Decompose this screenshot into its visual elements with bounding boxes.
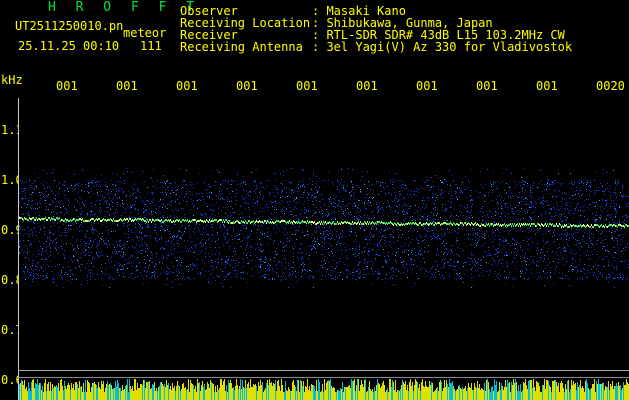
- app-title: H R O F F T: [48, 0, 201, 15]
- spectrogram: [18, 98, 629, 400]
- x-tick: 001: [236, 79, 258, 93]
- file-datetime: 25.11.25 00:10: [18, 39, 120, 53]
- y-unit-label: kHz: [1, 73, 23, 87]
- x-tick: 001: [296, 79, 318, 93]
- detection-count: 111: [140, 39, 162, 53]
- antenna-value: : 3el Yagi(V) Az 330 for Vladivostok: [312, 40, 573, 54]
- type-label: meteor: [123, 26, 167, 40]
- x-tick: 001: [476, 79, 498, 93]
- baseline: [18, 370, 629, 371]
- x-tick: 001: [536, 79, 558, 93]
- baseline-lower: [18, 377, 629, 378]
- file-name: UT2511250010.pn: [15, 19, 124, 33]
- x-tick: 001: [416, 79, 438, 93]
- x-tick: 001: [356, 79, 378, 93]
- x-tick: 001: [56, 79, 78, 93]
- x-tick: 0020: [596, 79, 625, 93]
- x-tick: 001: [176, 79, 198, 93]
- antenna-label: Receiving Antenna: [180, 40, 303, 54]
- spectrogram-canvas: [18, 168, 629, 400]
- x-tick: 001: [116, 79, 138, 93]
- axis-line: [18, 98, 19, 400]
